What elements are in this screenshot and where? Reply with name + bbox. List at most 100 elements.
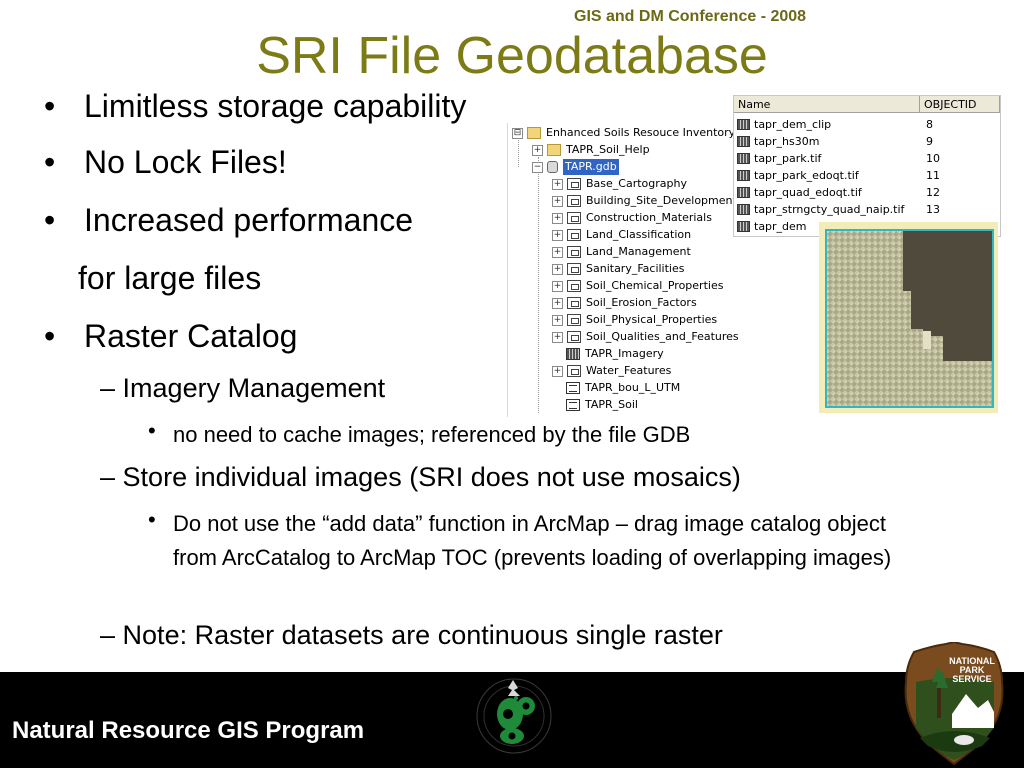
feature-dataset-icon [567,195,581,207]
tree-item-label: Base_Cartography [586,177,687,190]
subsubbullet-text: Do not use the “add data” function in Ar… [173,511,892,570]
tree-item-dataset[interactable]: + Sanitary_Facilities [552,261,684,277]
raster-objectid: 10 [926,152,940,165]
raster-icon [737,153,750,164]
raster-name: tapr_dem_clip [754,118,832,131]
tree-item-feature-class[interactable]: TAPR_Soil [566,397,638,413]
tree-item-dataset[interactable]: + Land_Management [552,244,691,260]
table-row[interactable]: tapr_park.tif 10 [734,150,1002,167]
column-header-name[interactable]: Name [734,96,920,113]
tree-item-dataset[interactable]: + Soil_Physical_Properties [552,312,717,328]
expand-icon[interactable]: + [552,297,563,309]
raster-icon [737,119,750,130]
nps-arrowhead-logo: NATIONAL PARK SERVICE [902,640,1006,766]
expand-icon[interactable]: + [552,246,563,258]
terrain-image [827,231,992,406]
expand-icon[interactable]: + [552,212,563,224]
slide-title: SRI File Geodatabase [256,27,768,85]
feature-dataset-icon [567,365,581,377]
raster-objectid: 11 [926,169,940,182]
subbullet-imagery-management: – Imagery Management [100,373,385,404]
tree-item-dataset[interactable]: + Building_Site_Development [552,193,737,209]
tree-item-dataset[interactable]: + Soil_Erosion_Factors [552,295,697,311]
bullet-dot: • [148,418,156,443]
bullet-dot: • [44,88,56,124]
table-row[interactable]: tapr_dem_clip 8 [734,116,1002,133]
dash-marker: – [100,462,116,492]
table-row[interactable]: tapr_park_edoqt.tif 11 [734,167,1002,184]
raster-objectid: 13 [926,203,940,216]
table-row[interactable]: tapr_strngcty_quad_naip.tif 13 [734,201,1002,218]
expand-icon[interactable]: + [552,195,563,207]
expand-icon[interactable]: + [532,144,543,156]
tree-item-label: Construction_Materials [586,211,712,224]
raster-objectid: 12 [926,186,940,199]
raster-icon [737,204,750,215]
tree-item-label: TAPR_bou_L_UTM [585,381,681,394]
bullet-dot: • [44,318,56,354]
tree-item-soil-help[interactable]: + TAPR_Soil_Help [532,142,650,158]
feature-dataset-icon [567,331,581,343]
tree-item-label: Soil_Erosion_Factors [586,296,697,309]
expand-icon[interactable]: + [552,314,563,326]
subbullet-text: Store individual images (SRI does not us… [122,462,741,492]
tree-item-dataset[interactable]: + Base_Cartography [552,176,687,192]
bullet-dot: • [148,507,156,532]
tree-item-label: Soil_Physical_Properties [586,313,718,326]
table-row[interactable]: tapr_quad_edoqt.tif 12 [734,184,1002,201]
raster-name: tapr_park.tif [754,152,822,165]
tree-item-label: Land_Management [586,245,691,258]
tree-item-feature-class[interactable]: TAPR_bou_L_UTM [566,380,680,396]
tree-item-label: Land_Classification [586,228,692,241]
tree-item-label: Soil_Chemical_Properties [586,279,724,292]
raster-name: tapr_quad_edoqt.tif [754,186,862,199]
tree-item-raster-catalog[interactable]: TAPR_Imagery [566,346,664,362]
tree-item-gdb[interactable]: − TAPR.gdb [532,159,619,175]
bullet-text: No Lock Files! [84,144,287,180]
bullet-continuation: for large files [78,260,261,297]
bullet-text: for large files [78,260,262,296]
tree-item-label: Enhanced Soils Resouce Inventory [546,126,736,139]
column-header-objectid[interactable]: OBJECTID [920,96,1000,113]
subbullet-store-images: – Store individual images (SRI does not … [100,462,741,493]
collapse-icon[interactable]: − [532,161,543,173]
tree-item-dataset[interactable]: + Construction_Materials [552,210,712,226]
dash-marker: – [100,373,116,403]
expand-icon[interactable]: + [552,365,563,377]
expand-icon[interactable]: + [552,229,563,241]
bullet-text: Raster Catalog [84,318,298,354]
raster-name: tapr_strngcty_quad_naip.tif [754,203,905,216]
geodatabase-icon [547,161,558,173]
tree-item-root[interactable]: ⊟ Enhanced Soils Resouce Inventory [512,125,735,141]
nrgis-logo [468,676,558,760]
tree-item-dataset[interactable]: + Soil_Qualities_and_Features [552,329,739,345]
collapse-icon[interactable]: ⊟ [512,127,523,139]
tree-item-dataset[interactable]: + Land_Classification [552,227,691,243]
feature-dataset-icon [567,246,581,258]
raster-name: tapr_hs30m [754,135,820,148]
raster-icon [737,187,750,198]
tree-item-label: Water_Features [586,364,672,377]
feature-dataset-icon [567,314,581,326]
table-row[interactable]: tapr_hs30m 9 [734,133,1002,150]
expand-icon[interactable]: + [552,263,563,275]
subbullet-note: – Note: Raster datasets are continuous s… [100,620,723,651]
expand-icon[interactable]: + [552,331,563,343]
tree-item-label: TAPR_Soil [585,398,638,411]
tree-item-label: Sanitary_Facilities [586,262,685,275]
feature-dataset-icon [567,229,581,241]
subbullet-text: Note: Raster datasets are continuous sin… [122,620,723,650]
tree-item-label: TAPR_Imagery [585,347,664,360]
tree-item-label: TAPR_Soil_Help [566,143,650,156]
expand-icon[interactable]: + [552,178,563,190]
subsubbullet-text: no need to cache images; referenced by t… [173,422,691,447]
conference-label: GIS and DM Conference - 2008 [574,8,807,25]
feature-dataset-icon [567,280,581,292]
feature-dataset-icon [567,212,581,224]
tree-item-dataset[interactable]: + Soil_Chemical_Properties [552,278,723,294]
feature-class-icon [566,382,580,394]
feature-dataset-icon [567,297,581,309]
footer-program-name: Natural Resource GIS Program [12,717,365,744]
expand-icon[interactable]: + [552,280,563,292]
tree-item-dataset[interactable]: + Water_Features [552,363,671,379]
